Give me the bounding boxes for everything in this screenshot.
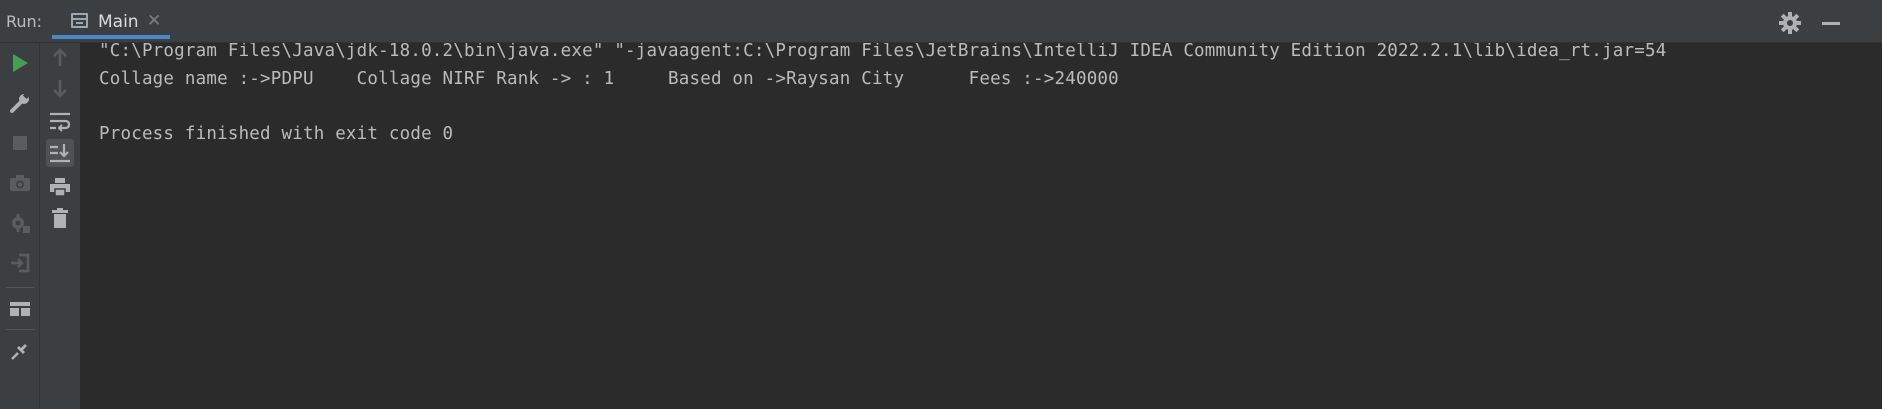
console-scrollbar[interactable] <box>1851 43 1882 409</box>
debug-settings-icon[interactable] <box>6 209 34 237</box>
console-window-icon <box>71 13 88 28</box>
toolbar-divider <box>6 287 34 288</box>
console-output[interactable]: "C:\Program Files\Java\jdk-18.0.2\bin\ja… <box>81 43 1851 409</box>
rerun-icon[interactable] <box>6 49 34 77</box>
run-label: Run: <box>6 12 43 31</box>
stop-icon[interactable] <box>6 129 34 157</box>
console-actions-toolbar <box>40 43 81 409</box>
scroll-to-end-icon[interactable] <box>46 139 74 167</box>
pin-icon[interactable] <box>6 337 34 365</box>
arrow-down-icon[interactable] <box>46 75 74 103</box>
console-line: "C:\Program Files\Java\jdk-18.0.2\bin\ja… <box>99 43 1667 61</box>
layout-icon[interactable] <box>6 295 34 323</box>
camera-icon[interactable] <box>6 169 34 197</box>
run-actions-toolbar <box>0 43 40 409</box>
toolbar-divider <box>6 329 34 330</box>
print-icon[interactable] <box>46 173 74 201</box>
run-header-bar: Run: Main ✕ <box>0 0 1882 43</box>
trash-icon[interactable] <box>46 204 74 232</box>
console-line: Process finished with exit code 0 <box>99 124 454 144</box>
minimize-icon[interactable] <box>1822 22 1840 25</box>
soft-wrap-icon[interactable] <box>46 107 74 135</box>
tab-main-label: Main <box>98 12 139 32</box>
run-tool-window: Run: Main ✕ "C:\Program Files\Java\jdk-1… <box>0 0 1882 409</box>
tab-main[interactable]: Main ✕ <box>52 6 170 39</box>
arrow-up-icon[interactable] <box>46 43 74 71</box>
console-line: Collage name :->PDPU Collage NIRF Rank -… <box>99 69 1119 89</box>
close-icon[interactable]: ✕ <box>147 11 161 31</box>
gear-icon[interactable] <box>1778 11 1802 35</box>
wrench-icon[interactable] <box>6 89 34 117</box>
exit-icon[interactable] <box>6 249 34 277</box>
